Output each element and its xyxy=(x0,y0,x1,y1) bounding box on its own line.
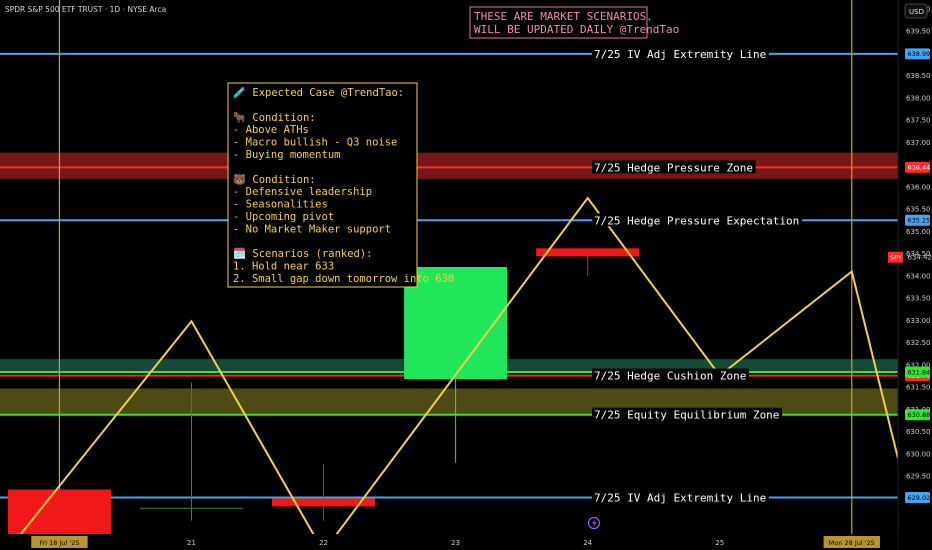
price-tick-1: 629.50 xyxy=(906,473,931,481)
candle-body-4 xyxy=(536,248,640,257)
note-line-0: 🧪 Expected Case @TrendTao: xyxy=(233,86,404,99)
price-tick-8: 633.00 xyxy=(906,317,931,325)
price-badge-label-5: 629.02 xyxy=(908,494,931,502)
price-badge-label-0: 638.99 xyxy=(908,50,931,58)
date-tick-6: Mon 28 Jul '25 xyxy=(829,539,875,547)
note-line-4: - Macro bullish - Q3 noise xyxy=(233,137,397,149)
banner-line-2: WILL BE UPDATED DAILY @TrendTao xyxy=(474,23,679,36)
level-label-4: 7/25 Equity Equilibrium Zone xyxy=(594,409,779,422)
note-line-15: 2. Small gap down tomorrow into 630 xyxy=(233,273,454,285)
note-line-2: 🐂 Condition: xyxy=(233,112,316,124)
price-tick-13: 635.50 xyxy=(906,206,931,214)
price-tick-10: 634.00 xyxy=(906,272,931,280)
date-tick-0: Fri 18 Jul '25 xyxy=(39,539,79,547)
level-label-1: 7/25 Hedge Pressure Zone xyxy=(594,161,753,174)
note-line-10: - Upcoming pivot xyxy=(233,211,334,223)
price-badge-label-6: 631.84 xyxy=(908,368,931,376)
price-tick-21: 639.50 xyxy=(906,28,931,36)
price-tick-18: 638.00 xyxy=(906,94,931,102)
price-tick-2: 630.00 xyxy=(906,450,931,458)
currency-button[interactable]: USD xyxy=(904,3,928,19)
banner-line-1: THESE ARE MARKET SCENARIOS. xyxy=(474,10,653,23)
chart-area[interactable]: 7/25 IV Adj Extremity Line 7/25 Hedge Pre… xyxy=(0,0,932,550)
chart-canvas[interactable]: 7/25 IV Adj Extremity Line 7/25 Hedge Pre… xyxy=(0,0,932,550)
note-line-9: - Seasonalities xyxy=(233,199,328,211)
price-badge-label-1: 636.44 xyxy=(908,164,931,172)
price-badge-label-4: 630.88 xyxy=(908,411,931,419)
price-tick-14: 636.00 xyxy=(906,183,931,191)
note-line-7: 🐻 Condition: xyxy=(233,173,316,186)
price-tick-12: 635.00 xyxy=(906,228,931,236)
currency-label: USD xyxy=(909,8,924,16)
level-label-5: 7/25 IV Adj Extremity Line xyxy=(594,492,766,505)
price-tick-5: 631.50 xyxy=(906,384,931,392)
date-tick-3: 23 xyxy=(451,539,460,547)
note-line-8: - Defensive leadership xyxy=(233,186,372,198)
level-label-3: 7/25 Hedge Cushion Zone xyxy=(594,370,746,383)
note-line-14: 1. Hold near 633 xyxy=(233,261,334,273)
price-tick-17: 637.50 xyxy=(906,117,931,125)
time-axis-background[interactable] xyxy=(0,534,898,550)
date-tick-4: 24 xyxy=(583,539,592,547)
date-tick-5: 25 xyxy=(715,539,724,547)
price-tick-3: 630.50 xyxy=(906,428,931,436)
note-line-13: 🗓️ Scenarios (ranked): xyxy=(233,247,373,260)
price-tick-7: 632.50 xyxy=(906,339,931,347)
date-tick-1: 21 xyxy=(187,539,196,547)
level-label-2: 7/25 Hedge Pressure Expectation xyxy=(594,214,799,227)
date-tick-2: 22 xyxy=(319,539,328,547)
price-badge-label-2: 635.25 xyxy=(908,217,931,225)
last-price-symbol: SPY xyxy=(890,254,902,262)
hedge-pressure-zone xyxy=(0,152,898,179)
price-tick-9: 633.50 xyxy=(906,295,931,303)
price-tick-19: 638.50 xyxy=(906,72,931,80)
level-label-0: 7/25 IV Adj Extremity Line xyxy=(594,48,766,61)
last-price-label: 634.42 xyxy=(908,254,932,262)
symbol-title: SPDR S&P 500 ETF TRUST · 1D · NYSE Arca xyxy=(5,5,166,14)
scenario-banner: THESE ARE MARKET SCENARIOS. WILL BE UPDA… xyxy=(469,6,679,39)
note-line-3: - Above ATHs xyxy=(233,124,309,136)
note-line-11: - No Market Maker support xyxy=(233,223,391,235)
price-tick-16: 637.00 xyxy=(906,139,931,147)
note-line-5: - Buying momentum xyxy=(233,149,340,161)
